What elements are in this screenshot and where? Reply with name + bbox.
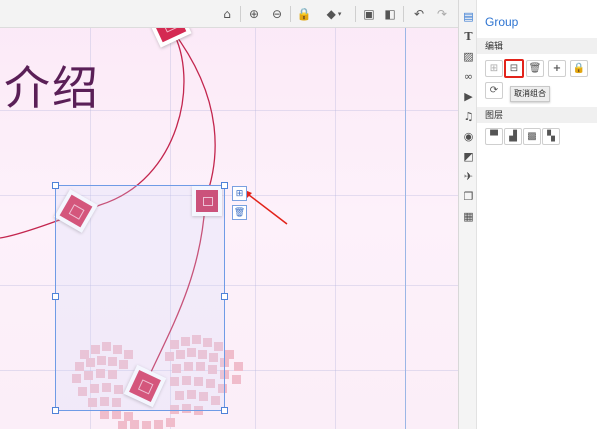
template-icon[interactable]: ▦ <box>462 210 475 223</box>
zoom-out-icon[interactable]: ⊖ <box>268 5 286 23</box>
resize-handle[interactable] <box>221 182 228 189</box>
link-icon[interactable]: ∞ <box>462 70 475 83</box>
toolbar-separator <box>290 6 291 22</box>
compass-icon[interactable]: ◉ <box>462 130 475 143</box>
plus-icon: + <box>552 63 562 74</box>
redo-icon[interactable]: ↷ <box>433 5 451 23</box>
toolbar-separator <box>355 6 356 22</box>
resize-handle[interactable] <box>52 182 59 189</box>
resize-handle[interactable] <box>52 293 59 300</box>
airplane-icon[interactable]: ✈ <box>462 170 475 183</box>
edit-section-label: 编辑 <box>477 38 597 54</box>
group-selection-box[interactable] <box>52 182 228 414</box>
toolbar-separator <box>403 6 404 22</box>
fill-color-dropdown[interactable]: ◆ ▾ <box>320 5 348 23</box>
image-icon[interactable]: ▨ <box>462 50 475 63</box>
layers-icon[interactable]: ❐ <box>462 190 475 203</box>
bring-to-front-button[interactable]: ▀ <box>485 128 503 145</box>
bring-forward-button[interactable]: ▟ <box>504 128 522 145</box>
text-icon[interactable]: T <box>462 30 475 43</box>
send-to-back-icon: ▚ <box>547 131 555 142</box>
rotate-icon: ⟳ <box>489 85 499 96</box>
resize-handle[interactable] <box>221 293 228 300</box>
send-backward-icon[interactable]: ◧ <box>381 5 399 23</box>
music-icon[interactable]: ♫ <box>462 110 475 123</box>
group-button[interactable]: ⊞ <box>485 60 503 77</box>
lock-button[interactable]: 🔒 <box>570 60 588 77</box>
ungroup-icon: ⊟ <box>509 63 519 74</box>
ungroup-icon: ⊞ <box>235 188 244 199</box>
home-icon[interactable]: ⌂ <box>218 5 236 23</box>
chevron-down-icon: ▾ <box>337 10 342 18</box>
group-icon: ⊞ <box>489 63 499 74</box>
layer-section-label: 图层 <box>477 107 597 123</box>
delete-button[interactable]: 🗑 <box>526 60 544 77</box>
rotate-button[interactable]: ⟳ <box>485 82 503 99</box>
send-to-back-button[interactable]: ▚ <box>542 128 560 145</box>
ungroup-quick-button[interactable]: ⊞ <box>232 186 247 201</box>
add-button[interactable]: + <box>548 60 566 77</box>
properties-panel: Group 编辑 ⊞ ⊟ 🗑 + 🔒 ⟳ 图层 ▀ ▟ ▩ ▚ <box>477 0 597 429</box>
bring-to-front-icon: ▀ <box>490 131 498 142</box>
video-icon[interactable]: ▶ <box>462 90 475 103</box>
ungroup-button[interactable]: ⊟ <box>504 59 524 78</box>
resize-handle[interactable] <box>52 407 59 414</box>
panel-title: Group <box>485 15 519 29</box>
send-backward-button[interactable]: ▩ <box>523 128 541 145</box>
lock-icon: 🔒 <box>572 63 586 74</box>
group-icon[interactable]: ▤ <box>462 10 475 23</box>
trash-icon: 🗑 <box>233 207 246 218</box>
delete-quick-button[interactable]: 🗑 <box>232 205 247 220</box>
tool-icon-strip: ▤ T ▨ ∞ ▶ ♫ ◉ ◩ ✈ ❐ ▦ <box>458 0 477 429</box>
trash-icon: 🗑 <box>528 63 542 74</box>
top-toolbar: ⌂ ⊕ ⊖ 🔒 ◆ ▾ ▣ ◧ ↶ ↷ <box>0 0 458 28</box>
undo-icon[interactable]: ↶ <box>410 5 428 23</box>
send-backward-icon: ▩ <box>527 131 537 142</box>
ungroup-tooltip: 取消组合 <box>510 86 550 102</box>
canvas[interactable]: 介绍 ⊞ 🗑 <box>0 0 458 429</box>
bring-forward-icon[interactable]: ▣ <box>360 5 378 23</box>
shapes-icon[interactable]: ◩ <box>462 150 475 163</box>
fill-icon: ◆ <box>326 7 336 21</box>
zoom-in-icon[interactable]: ⊕ <box>245 5 263 23</box>
bring-forward-icon: ▟ <box>509 131 517 142</box>
lock-icon[interactable]: 🔒 <box>295 5 313 23</box>
resize-handle[interactable] <box>221 407 228 414</box>
toolbar-separator <box>240 6 241 22</box>
